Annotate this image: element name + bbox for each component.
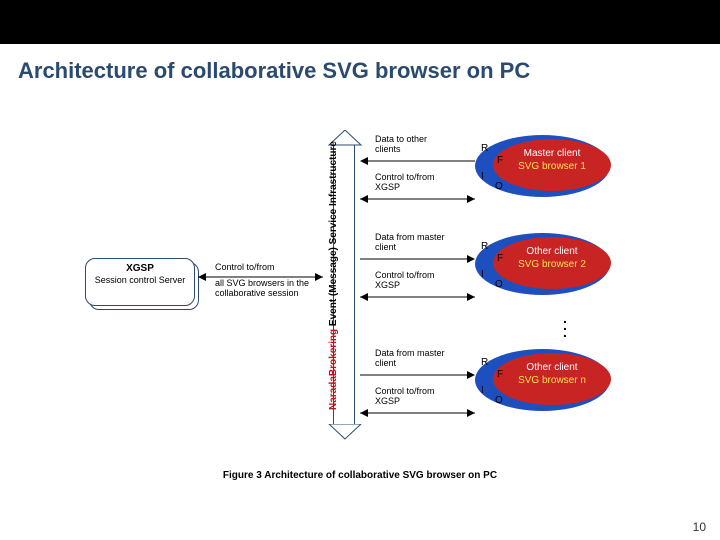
arrow-other1-data xyxy=(360,254,475,264)
flow-other2-top: Data from master client xyxy=(375,348,455,369)
flow-master-top: Data to other clients xyxy=(375,134,455,155)
other1-app: SVG browser 2 xyxy=(493,259,611,272)
other-client-1: Other client SVG browser 2 R F I O xyxy=(475,233,620,303)
xgsp-name: XGSP xyxy=(86,263,194,274)
flow-other1-top: Data from master client xyxy=(375,232,455,253)
page-number: 10 xyxy=(693,520,706,534)
slide-title: Architecture of collaborative SVG browse… xyxy=(18,58,720,84)
slide-top-bar xyxy=(0,0,720,44)
master-app: SVG browser 1 xyxy=(493,161,611,174)
arrow-other2-ctrl xyxy=(360,408,475,418)
flow-other2-bot: Control to/from XGSP xyxy=(375,386,455,407)
arrow-other2-data xyxy=(360,370,475,380)
arrow-other1-ctrl xyxy=(360,292,475,302)
arrow-master-ctrl xyxy=(360,194,475,204)
architecture-diagram: XGSP Session control Server Control to/f… xyxy=(0,120,720,480)
other2-role: Other client xyxy=(493,362,611,375)
other-client-n: Other client SVG browser n R F I O xyxy=(475,349,620,419)
xgsp-sub: Session control Server xyxy=(95,275,186,285)
master-client: Master client SVG browser 1 R F I O xyxy=(475,135,620,205)
xgsp-arrow-label: Control to/from xyxy=(215,262,275,273)
master-role: Master client xyxy=(493,148,611,161)
figure-caption: Figure 3 Architecture of collaborative S… xyxy=(0,470,720,481)
flow-other1-bot: Control to/from XGSP xyxy=(375,270,455,291)
other1-role: Other client xyxy=(493,246,611,259)
xgsp-arrow-sub: all SVG browsers in the collaborative se… xyxy=(215,278,310,299)
xgsp-server-box: XGSP Session control Server xyxy=(85,258,195,306)
flow-master-bot: Control to/from XGSP xyxy=(375,172,455,193)
ellipsis-dots: ... xyxy=(560,315,570,336)
arrow-master-data xyxy=(360,156,475,166)
broker-label: NaradaBrokering Event (Message) Service … xyxy=(328,141,339,410)
broker-arrow-down-icon xyxy=(325,424,365,440)
other2-app: SVG browser n xyxy=(493,375,611,388)
